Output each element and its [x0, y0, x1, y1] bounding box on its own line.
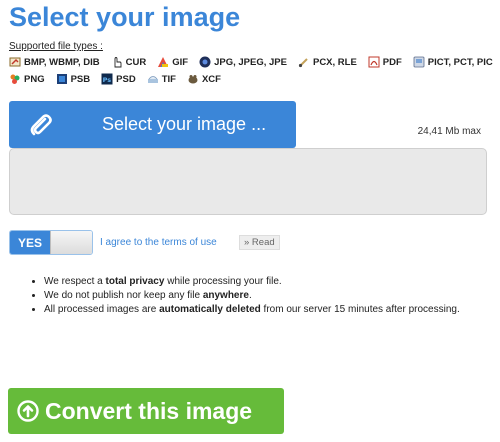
read-terms-link[interactable]: » Read	[239, 235, 280, 250]
max-size-text: 24,41 Mb max	[417, 126, 481, 137]
filetype-pdf-label: PDF	[382, 56, 402, 68]
filetype-xcf-label: XCF	[201, 73, 221, 85]
png-icon	[10, 74, 20, 84]
cursor-hand-icon	[114, 57, 122, 68]
filetype-bmp-label: BMP, WBMP, DIB	[24, 56, 100, 68]
page-title: Select your image	[9, 2, 241, 32]
filetype-tif-label: TIF	[161, 73, 176, 85]
tif-icon	[147, 76, 158, 83]
filetype-gif-label: GIF	[172, 56, 189, 68]
camera-icon	[199, 56, 211, 68]
supported-types-label: Supported file types :	[9, 41, 103, 52]
gimp-icon	[188, 75, 198, 84]
filetype-tif: TIF	[147, 73, 176, 85]
filetype-cur: CUR	[111, 56, 147, 68]
paperclip-icon	[30, 113, 52, 135]
filetype-pict-label: PICT, PCT, PIC	[427, 56, 493, 68]
file-types-row-2: PNG PSB Ps PSD TIF XCF	[9, 73, 232, 85]
privacy-list: We respect a total privacy while process…	[28, 275, 478, 317]
file-drop-zone[interactable]	[9, 148, 487, 215]
list-item: We do not publish nor keep any file anyw…	[44, 289, 478, 303]
select-image-label: Select your image ...	[102, 114, 267, 134]
filetype-png-label: PNG	[24, 73, 45, 85]
select-image-button[interactable]: Select your image ...	[9, 101, 296, 148]
gif-icon	[158, 57, 169, 67]
filetype-pcx: PCX, RLE	[298, 56, 357, 68]
convert-image-button[interactable]: Convert this image	[8, 388, 284, 434]
upload-arrow-icon	[17, 400, 39, 422]
filetype-psd: Ps PSD	[101, 73, 136, 85]
terms-agree-link[interactable]: I agree to the terms of use	[100, 237, 217, 248]
pdf-icon	[368, 56, 380, 68]
toggle-knob[interactable]	[50, 231, 92, 254]
filetype-jpg-label: JPG, JPEG, JPE	[214, 56, 287, 68]
filetype-xcf: XCF	[187, 73, 221, 85]
convert-label: Convert this image	[45, 397, 253, 424]
filetype-bmp: BMP, WBMP, DIB	[9, 56, 100, 68]
filetype-psb: PSB	[56, 73, 91, 85]
list-item: All processed images are automatically d…	[44, 303, 478, 317]
filetype-jpg: JPG, JPEG, JPE	[199, 56, 287, 68]
paint-icon	[9, 57, 21, 67]
brush-icon	[298, 58, 308, 68]
filetype-pdf: PDF	[368, 56, 402, 68]
filetype-gif: GIF	[157, 56, 188, 68]
svg-text:Ps: Ps	[103, 76, 112, 84]
filetype-pcx-label: PCX, RLE	[312, 56, 357, 68]
psb-icon	[56, 74, 67, 84]
filetype-psb-label: PSB	[70, 73, 91, 85]
pict-icon	[413, 56, 425, 68]
psd-icon: Ps	[101, 73, 113, 85]
list-item: We respect a total privacy while process…	[44, 275, 478, 289]
filetype-psd-label: PSD	[116, 73, 136, 85]
filetype-cur-label: CUR	[125, 56, 147, 68]
filetype-pict: PICT, PCT, PIC	[413, 56, 493, 68]
toggle-yes-label: YES	[10, 231, 50, 254]
file-types-row-1: BMP, WBMP, DIB CUR GIF JPG, JPEG, JPE PC…	[9, 56, 500, 68]
filetype-png: PNG	[9, 73, 45, 85]
terms-toggle[interactable]: YES	[9, 230, 93, 255]
